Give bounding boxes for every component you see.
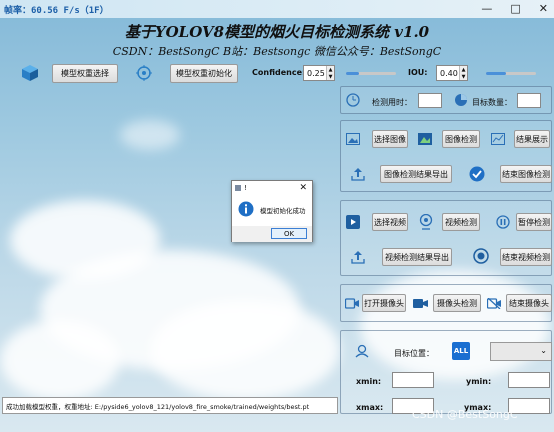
iou-slider-fill	[486, 72, 506, 75]
count-label: 目标数量：	[472, 98, 512, 107]
location-pin-icon	[354, 343, 370, 359]
ok-button[interactable]: OK	[271, 228, 307, 239]
status-bar: 成功加载模型权重，权重地址: E:/pyside6_yolov8_121/yol…	[2, 397, 338, 414]
spin-arrows[interactable]: ▲ ▼	[459, 66, 467, 80]
dialog-header: ! ✕	[232, 181, 312, 194]
cube-icon	[20, 63, 40, 83]
xmax-label: xmax:	[356, 403, 384, 412]
confidence-spinbox[interactable]: 0.25 ▲ ▼	[303, 65, 335, 81]
clock-icon	[345, 92, 361, 108]
fps-readout: 帧率：60.56 F/s（1F）	[4, 6, 109, 16]
detect-video-button[interactable]: 视频检测	[442, 213, 480, 231]
ymin-field	[508, 372, 550, 388]
upload-icon	[350, 166, 366, 182]
target-select[interactable]: ⌄	[490, 342, 552, 361]
cloud	[120, 120, 180, 150]
time-field	[418, 93, 442, 108]
cloud	[150, 300, 340, 400]
xmin-field	[392, 372, 434, 388]
confidence-slider-fill	[346, 72, 359, 75]
message-dialog: ! ✕ 模型初始化成功 OK	[231, 180, 313, 242]
pie-chart-icon	[453, 92, 469, 108]
app-subtitle: CSDN：BestSongC B站：Bestsongc 微信公众号：BestSo…	[112, 45, 442, 58]
stop-icon	[472, 247, 490, 265]
dialog-title: !	[244, 183, 247, 192]
pause-detect-button[interactable]: 暂停检测	[516, 213, 552, 231]
select-video-button[interactable]: 选择视频	[372, 213, 408, 231]
line-chart-icon	[490, 131, 506, 147]
app-title: 基于YOLOV8模型的烟火目标检测系统 v1.0	[124, 23, 430, 41]
camera-filled-icon	[412, 296, 428, 310]
maximize-button[interactable]: □	[510, 2, 520, 15]
target-position-label: 目标位置：	[394, 349, 434, 358]
dialog-footer: OK	[232, 226, 312, 242]
window-controls: — □ ✕	[481, 2, 548, 15]
iou-spinbox[interactable]: 0.40 ▲ ▼	[436, 65, 468, 81]
all-badge: ALL	[452, 342, 470, 360]
cloud	[0, 320, 120, 400]
iou-value: 0.40	[440, 68, 458, 78]
confidence-value: 0.25	[307, 68, 325, 78]
pause-icon	[495, 214, 511, 230]
time-label: 检测用时：	[372, 98, 412, 107]
end-video-button[interactable]: 结束视频检测	[500, 248, 552, 266]
select-image-button[interactable]: 选择图像	[372, 130, 408, 148]
ymin-label: ymin:	[466, 377, 492, 386]
close-camera-button[interactable]: 结束摄像头	[506, 294, 552, 312]
camera-off-icon	[486, 296, 502, 310]
show-result-button[interactable]: 结果展示	[514, 130, 550, 148]
status-message: 成功加载模型权重，权重地址: E:/pyside6_yolov8_121/yol…	[6, 402, 310, 411]
dialog-message: 模型初始化成功	[260, 207, 306, 215]
confidence-slider[interactable]	[346, 72, 396, 75]
app-small-icon	[235, 184, 241, 191]
window-title-bar: 帧率：60.56 F/s（1F） — □ ✕	[0, 0, 554, 18]
upload-icon	[350, 249, 366, 265]
target-icon	[134, 63, 154, 83]
confidence-label: Confidence:	[252, 68, 306, 77]
end-image-button[interactable]: 结束图像检测	[500, 165, 552, 183]
camera-icon	[344, 296, 360, 310]
image-gallery-icon	[417, 131, 433, 147]
detect-image-button[interactable]: 图像检测	[442, 130, 480, 148]
export-image-button[interactable]: 图像检测结果导出	[380, 165, 452, 183]
iou-label: IOU:	[408, 68, 428, 77]
watermark: CSDN @BestSongC	[412, 408, 518, 421]
export-video-button[interactable]: 视频检测结果导出	[382, 248, 452, 266]
check-circle-icon	[468, 165, 486, 183]
camera-detect-button[interactable]: 摄像头检测	[433, 294, 481, 312]
minimize-button[interactable]: —	[481, 2, 492, 15]
open-camera-button[interactable]: 打开摄像头	[362, 294, 406, 312]
webcam-icon	[418, 213, 434, 231]
xmin-label: xmin:	[356, 377, 382, 386]
count-field	[517, 93, 541, 108]
init-model-button[interactable]: 模型权重初始化	[170, 64, 238, 83]
dialog-close-button[interactable]: ✕	[299, 183, 307, 193]
video-icon	[345, 214, 361, 230]
iou-slider[interactable]	[486, 72, 536, 75]
dialog-body: 模型初始化成功	[232, 194, 312, 226]
spin-arrows[interactable]: ▲ ▼	[326, 66, 334, 80]
select-weights-button[interactable]: 模型权重选择	[52, 64, 118, 83]
image-icon	[345, 131, 361, 147]
info-icon	[238, 201, 254, 219]
chevron-down-icon: ⌄	[540, 346, 547, 355]
close-button[interactable]: ✕	[539, 2, 548, 15]
